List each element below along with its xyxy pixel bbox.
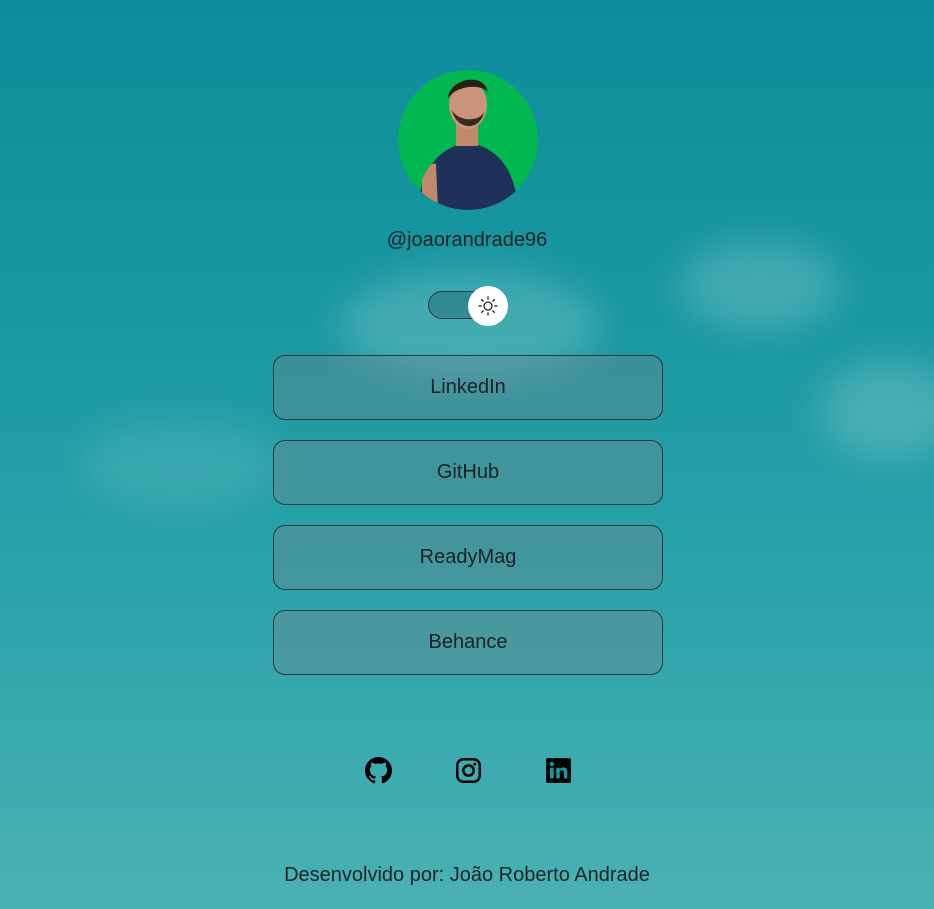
- instagram-icon-glyph: [455, 757, 481, 783]
- sun-icon: [478, 296, 498, 316]
- cloud: [680, 240, 840, 330]
- page: @joaorandrade96 LinkedIn GitHub ReadyMag…: [0, 0, 934, 909]
- cloud: [820, 360, 934, 460]
- github-icon-glyph: [364, 756, 392, 783]
- theme-toggle-knob[interactable]: [468, 286, 508, 326]
- footer-credit: Desenvolvido por: João Roberto Andrade: [284, 864, 650, 886]
- github-link-button[interactable]: GitHub: [273, 440, 663, 505]
- behance-link-button[interactable]: Behance: [273, 610, 663, 675]
- readymag-link-button[interactable]: ReadyMag: [273, 525, 663, 590]
- linkedin-icon-glyph: [545, 757, 571, 783]
- github-icon[interactable]: [364, 756, 392, 784]
- avatar: [398, 70, 538, 210]
- linkedin-icon[interactable]: [544, 756, 572, 784]
- linkedin-link-button[interactable]: LinkedIn: [273, 355, 663, 420]
- instagram-icon[interactable]: [454, 756, 482, 784]
- cloud: [80, 420, 280, 510]
- person-photo: [418, 79, 518, 210]
- username: @joaorandrade96: [386, 229, 548, 251]
